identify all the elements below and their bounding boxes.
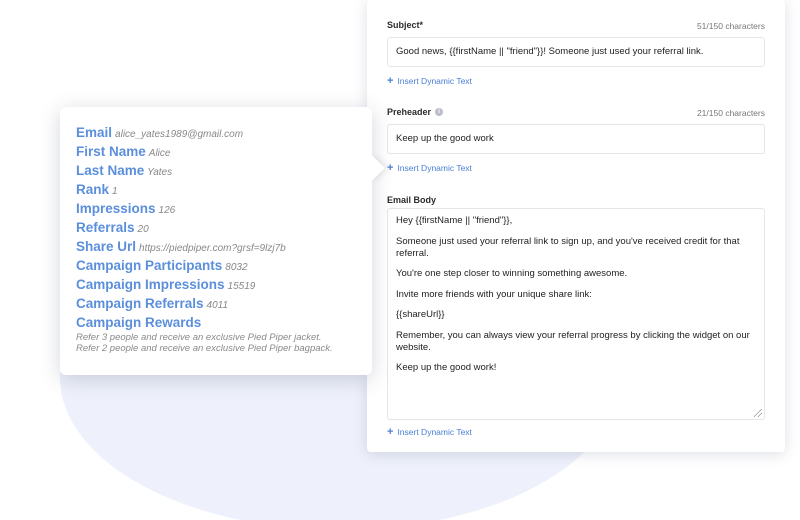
body-line: Someone just used your referral link to … bbox=[396, 235, 740, 259]
reward-line: Refer 2 people and receive an exclusive … bbox=[76, 343, 333, 354]
plus-icon: + bbox=[387, 426, 394, 438]
preheader-input[interactable]: Keep up the good work bbox=[387, 124, 765, 154]
plus-icon: + bbox=[387, 75, 394, 87]
variable-row-last-name[interactable]: Last Name Yates bbox=[76, 161, 356, 180]
body-line: You're one step closer to winning someth… bbox=[396, 268, 628, 279]
variable-row-email[interactable]: Email alice_yates1989@gmail.com bbox=[76, 123, 356, 142]
email-body-label: Email Body bbox=[387, 195, 437, 205]
preheader-insert-dynamic-text-link[interactable]: + Insert Dynamic Text bbox=[387, 162, 472, 174]
dynamic-variables-popover: Email alice_yates1989@gmail.com First Nam… bbox=[60, 107, 385, 375]
plus-icon: + bbox=[387, 162, 394, 174]
reward-line: Refer 3 people and receive an exclusive … bbox=[76, 332, 322, 343]
variable-row-campaign-referrals[interactable]: Campaign Referrals 4011 bbox=[76, 294, 356, 313]
subject-insert-dynamic-text-link[interactable]: + Insert Dynamic Text bbox=[387, 75, 472, 87]
variable-row-campaign-impressions[interactable]: Campaign Impressions 15519 bbox=[76, 275, 356, 294]
body-line: Keep up the good work! bbox=[396, 362, 497, 373]
variable-row-impressions[interactable]: Impressions 126 bbox=[76, 199, 356, 218]
resize-grip-icon[interactable] bbox=[754, 409, 762, 417]
email-editor-panel: Subject* 51/150 characters Good news, {{… bbox=[367, 0, 785, 452]
variable-row-referrals[interactable]: Referrals 20 bbox=[76, 218, 356, 237]
variable-row-campaign-rewards[interactable]: Campaign Rewards bbox=[76, 313, 356, 332]
body-insert-dynamic-text-link[interactable]: + Insert Dynamic Text bbox=[387, 426, 472, 438]
body-line: Invite more friends with your unique sha… bbox=[396, 288, 592, 300]
subject-char-count: 51/150 characters bbox=[696, 21, 765, 31]
variable-row-share-url[interactable]: Share Url https://piedpiper.com?grsf=9lzj… bbox=[76, 237, 356, 256]
body-line: Hey {{firstName || "friend"}}, bbox=[396, 215, 513, 226]
preheader-label: Preheader i bbox=[387, 107, 444, 117]
preheader-char-count: 21/150 characters bbox=[696, 108, 765, 118]
info-icon[interactable]: i bbox=[435, 108, 444, 116]
body-line: {{shareUrl}} bbox=[396, 309, 445, 320]
variable-row-campaign-participants[interactable]: Campaign Participants 8032 bbox=[76, 256, 356, 275]
body-line: Remember, you can always view your refer… bbox=[396, 329, 750, 353]
email-body-textarea[interactable]: Hey {{firstName || "friend"}}, Someone j… bbox=[387, 208, 765, 420]
variable-row-first-name[interactable]: First Name Alice bbox=[76, 142, 356, 161]
subject-input[interactable]: Good news, {{firstName || "friend"}}! So… bbox=[387, 37, 765, 67]
variable-row-rank[interactable]: Rank 1 bbox=[76, 180, 356, 199]
subject-label: Subject* bbox=[387, 20, 424, 30]
